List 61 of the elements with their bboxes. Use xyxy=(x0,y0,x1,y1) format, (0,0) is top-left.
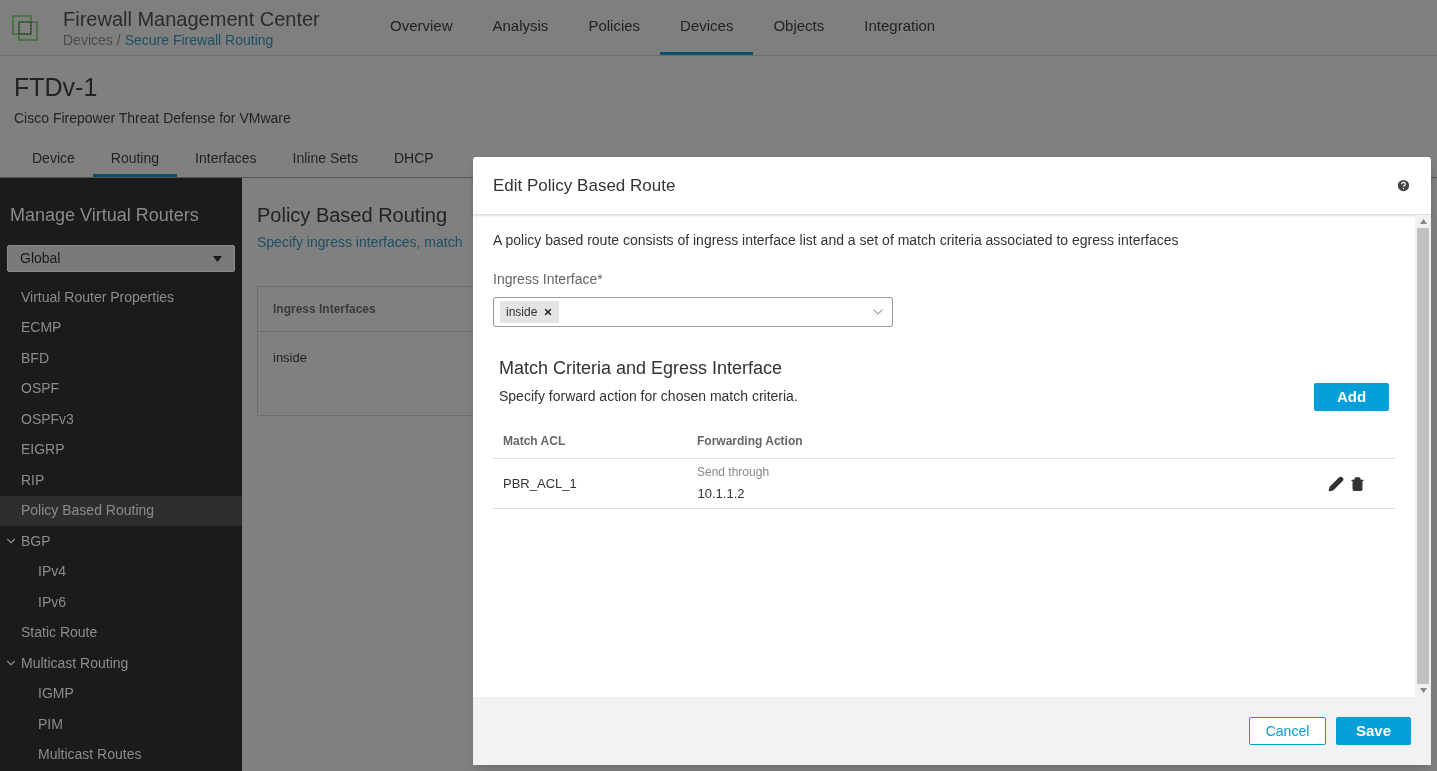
nav-tab[interactable]: Objects xyxy=(753,0,845,55)
field-label: Ingress Interface* xyxy=(493,270,604,289)
column-header: Match ACL xyxy=(502,432,567,450)
remove-icon[interactable] xyxy=(543,307,554,317)
dialog-title: Edit Policy Based Route xyxy=(493,174,676,197)
device-tab[interactable]: Inline Sets xyxy=(274,143,376,177)
interface-tag: inside xyxy=(500,301,560,323)
breadcrumb-current: Secure Firewall Routing xyxy=(124,30,274,49)
scroll-down-icon[interactable] xyxy=(1419,688,1427,693)
sidebar-item[interactable]: ECMP xyxy=(0,312,242,343)
column-header: Ingress Interfaces xyxy=(273,301,376,318)
nav-tab[interactable]: Overview xyxy=(370,0,473,55)
table-cell-text: PBR_ACL_1 xyxy=(502,474,578,493)
sidebar-item[interactable]: OSPF xyxy=(0,373,242,404)
device-tab[interactable]: DHCP xyxy=(375,143,452,177)
device-name: FTDv-1 xyxy=(14,72,99,102)
address-value: 10.1.1.2 xyxy=(697,485,745,504)
sidebar-item[interactable]: Virtual Router Properties xyxy=(0,282,242,313)
help-icon[interactable] xyxy=(1396,178,1411,193)
breadcrumb-separator: / xyxy=(115,30,122,49)
sidebar-title: Manage Virtual Routers xyxy=(10,204,200,227)
sidebar-item[interactable]: Static Route xyxy=(0,617,242,648)
device-description: Cisco Firepower Threat Defense for VMware xyxy=(14,109,292,128)
logo-icon xyxy=(12,14,38,41)
cancel-button[interactable]: Cancel xyxy=(1249,717,1326,745)
dialog-description: A policy based route consists of ingress interface list and a set of match criteria associated to egress interfaces xyxy=(493,231,1180,250)
sidebar-item[interactable]: BGP xyxy=(0,526,242,557)
nav-tab[interactable]: Analysis xyxy=(472,0,569,55)
caret-down-icon xyxy=(213,255,222,262)
sidebar-item[interactable]: IGMP xyxy=(0,678,242,709)
router-select[interactable]: Global xyxy=(7,245,235,272)
sidebar-item[interactable]: BFD xyxy=(0,343,242,374)
sidebar-item[interactable]: EIGRP xyxy=(0,434,242,465)
sidebar-item[interactable]: IPv6 xyxy=(0,587,242,618)
scrollbar-thumb[interactable] xyxy=(1417,228,1429,684)
sidebar-item[interactable]: IPv4 xyxy=(0,556,242,587)
section-description: Specify forward action for chosen match criteria. xyxy=(499,387,798,406)
sidebar-item[interactable]: PIM xyxy=(0,709,242,740)
sidebar-item[interactable]: Policy Based Routing xyxy=(0,495,242,526)
nav-tab[interactable]: Integration xyxy=(844,0,956,55)
sidebar-item[interactable]: Multicast Routing xyxy=(0,648,242,679)
device-tab[interactable]: Device xyxy=(14,143,93,177)
save-button[interactable]: Save xyxy=(1336,717,1411,745)
edit-icon[interactable] xyxy=(1328,475,1344,492)
column-header: Forwarding Action xyxy=(697,432,803,450)
device-tab[interactable]: Interfaces xyxy=(177,143,275,177)
page-subtitle: Specify ingress interfaces, match xyxy=(257,233,463,252)
nav-tab[interactable]: Devices xyxy=(660,0,754,55)
sidebar-item[interactable]: RIP xyxy=(0,465,242,496)
ingress-select-field[interactable]: inside xyxy=(493,297,893,327)
add-button[interactable]: Add xyxy=(1314,383,1389,411)
delete-icon[interactable] xyxy=(1350,475,1365,492)
page-heading: Policy Based Routing xyxy=(257,203,448,228)
app-title: Firewall Management Center xyxy=(63,6,320,31)
nav-tab[interactable]: Policies xyxy=(568,0,661,55)
table-cell-text: inside xyxy=(273,349,307,367)
sidebar-item[interactable]: OSPFv3 xyxy=(0,404,242,435)
sidebar-item[interactable]: Multicast Routes xyxy=(0,739,242,770)
scroll-up-icon[interactable] xyxy=(1419,219,1427,224)
section-heading: Match Criteria and Egress Interface xyxy=(499,357,784,380)
action-label: Send through xyxy=(697,464,770,482)
